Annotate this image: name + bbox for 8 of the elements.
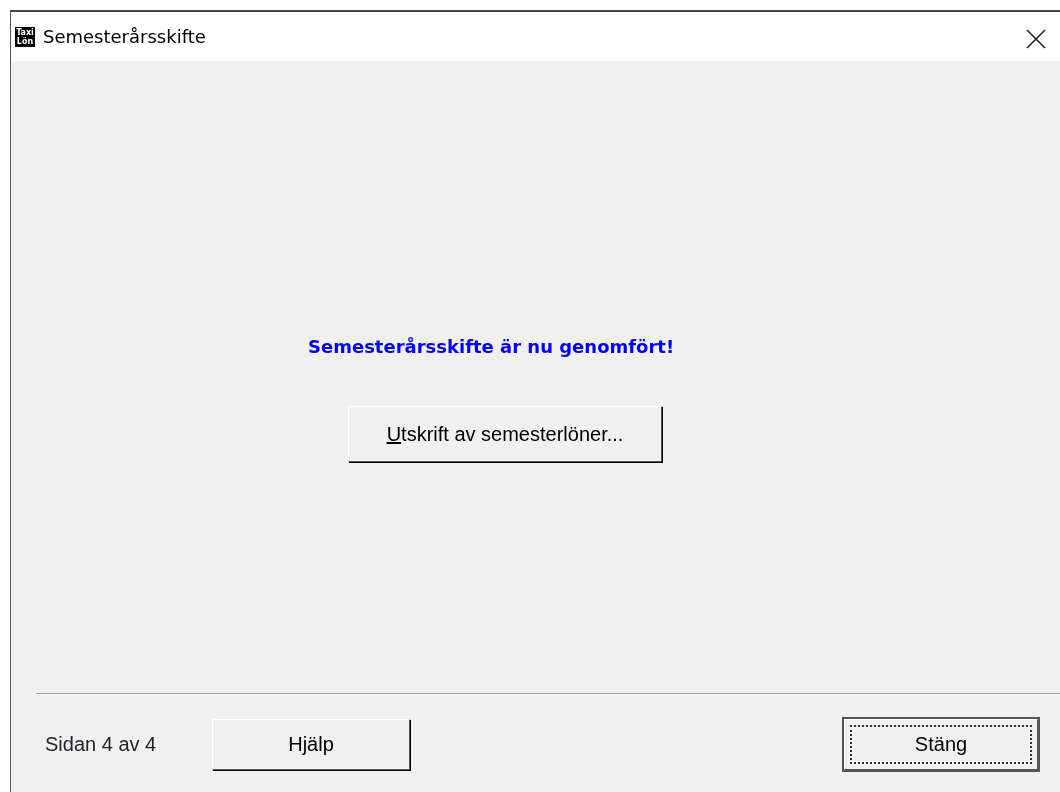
window-title: Semesterårsskifte [43, 26, 206, 47]
completion-message: Semesterårsskifte är nu genomfört! [308, 336, 675, 357]
print-button[interactable]: Utskrift av semesterlöner... [348, 406, 662, 462]
help-button[interactable]: Hjälp [212, 719, 410, 770]
close-button[interactable]: Stäng [844, 719, 1038, 770]
page-indicator: Sidan 4 av 4 [45, 733, 158, 756]
app-logo-icon: Taxi Lön [15, 26, 35, 47]
close-icon[interactable] [1026, 26, 1046, 47]
